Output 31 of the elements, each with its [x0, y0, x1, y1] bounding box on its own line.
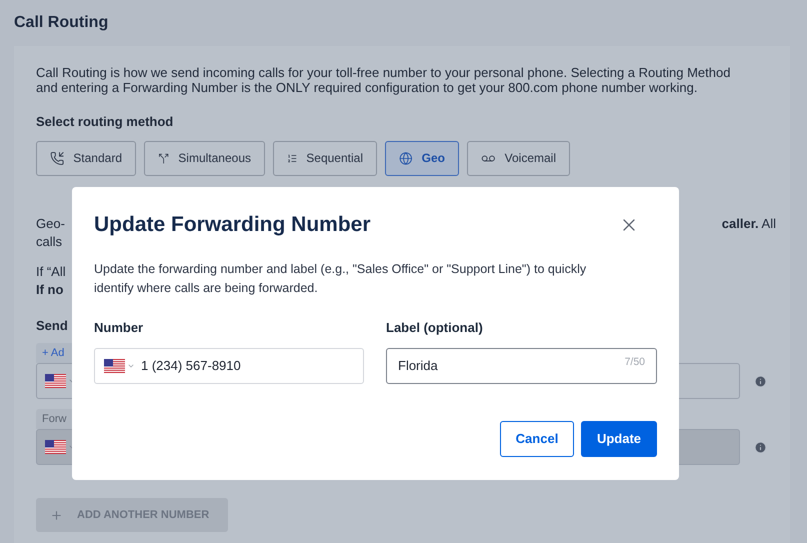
routing-method-tab[interactable]: Sequential: [273, 140, 377, 176]
routing-method-tab[interactable]: Voicemail: [467, 140, 570, 176]
phone-number-field[interactable]: 1 (234) 567-8910: [94, 348, 364, 384]
note-text: If “All: [36, 262, 66, 280]
page-title: Call Routing: [14, 13, 110, 33]
us-flag-icon: [45, 374, 66, 388]
routing-method-tab[interactable]: Standard: [36, 140, 136, 176]
geo-description-text: caller. All: [722, 214, 776, 232]
field-label: Label (optional): [386, 319, 484, 337]
info-icon[interactable]: [754, 374, 767, 388]
send-label: Send: [36, 316, 68, 334]
update-button[interactable]: Update: [581, 420, 657, 456]
label-field[interactable]: Florida 7/50: [386, 348, 657, 384]
us-flag-icon: [45, 440, 66, 454]
dialog-description: Update the forwarding number and label (e.g., "Sales Office" or "Support Line") to quickly identify where calls are being forwarded.: [94, 261, 588, 297]
cancel-button[interactable]: Cancel: [500, 420, 574, 456]
plus-icon: [50, 508, 63, 522]
field-label: Number: [94, 319, 144, 337]
geo-description-text: calls: [36, 232, 62, 250]
note-text: If no: [36, 280, 64, 298]
routing-method-tab[interactable]: Geo: [385, 140, 459, 176]
us-flag-icon: [104, 358, 125, 372]
label-value: Florida: [398, 356, 438, 375]
routing-method-tab[interactable]: Simultaneous: [144, 140, 265, 176]
section-label: Select routing method: [36, 113, 174, 131]
geo-description-text: Geo-: [36, 214, 65, 232]
info-icon[interactable]: [754, 440, 767, 454]
dialog-title: Update Forwarding Number: [94, 212, 371, 238]
character-counter: 7/50: [624, 354, 645, 370]
intro-text: Call Routing is how we send incoming calls for your toll-free number to your personal phone. Selecting a Routing Method and entering a Forwarding Number is the ONLY required configuration to get your 800.com phone number working.: [36, 65, 732, 95]
phone-number-value: 1 (234) 567-8910: [141, 356, 241, 375]
